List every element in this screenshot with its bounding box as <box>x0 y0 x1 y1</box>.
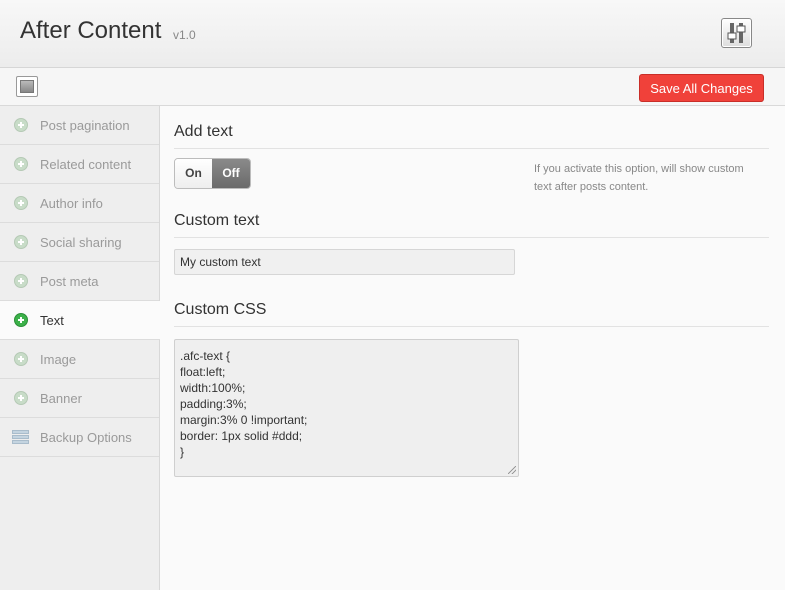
add-text-help: If you activate this option, will show c… <box>534 163 744 193</box>
sidebar-item-post-pagination[interactable]: Post pagination <box>0 106 159 145</box>
toolbar: Save All Changes <box>0 68 785 106</box>
sidebar-toggle-icon[interactable] <box>16 76 38 97</box>
plus-circle-icon <box>14 391 28 405</box>
plus-circle-icon <box>14 196 28 210</box>
add-text-title: Add text <box>174 123 233 140</box>
custom-css-title: Custom CSS <box>174 301 267 318</box>
sidebar-item-text[interactable]: Text <box>0 301 160 340</box>
sidebar-item-banner[interactable]: Banner <box>0 379 159 418</box>
switch-off-option[interactable]: Off <box>212 159 250 188</box>
sidebar: Post pagination Related content Author i… <box>0 106 160 590</box>
sidebar-item-author-info[interactable]: Author info <box>0 184 159 223</box>
divider <box>174 148 769 149</box>
plus-circle-icon <box>14 352 28 366</box>
plus-circle-icon <box>14 235 28 249</box>
sidebar-item-label: Image <box>40 352 77 367</box>
custom-css-textarea[interactable]: .afc-text { float:left; width:100%; padd… <box>174 339 519 477</box>
sidebar-item-related-content[interactable]: Related content <box>0 145 159 184</box>
plus-circle-icon <box>14 118 28 132</box>
sidebar-item-label: Banner <box>40 391 82 406</box>
plus-circle-icon <box>14 157 28 171</box>
app-version: v1.0 <box>173 28 196 42</box>
sidebar-item-post-meta[interactable]: Post meta <box>0 262 159 301</box>
sliders-icon[interactable] <box>721 18 752 48</box>
sidebar-item-label: Text <box>40 313 64 328</box>
sidebar-item-label: Backup Options <box>40 430 132 445</box>
custom-text-input[interactable] <box>174 249 515 275</box>
custom-css-code: .afc-text { float:left; width:100%; padd… <box>180 349 308 459</box>
main-content: Add text On Off If you activate this opt… <box>160 106 785 590</box>
sidebar-item-social-sharing[interactable]: Social sharing <box>0 223 159 262</box>
add-text-switch[interactable]: On Off <box>174 158 251 189</box>
app-header: After Content v1.0 <box>0 0 785 68</box>
app-title: After Content <box>20 17 162 44</box>
switch-on-option[interactable]: On <box>175 159 212 188</box>
divider <box>174 326 769 327</box>
sidebar-item-label: Author info <box>40 196 103 211</box>
sidebar-item-label: Social sharing <box>40 235 122 250</box>
save-all-changes-button[interactable]: Save All Changes <box>639 74 764 102</box>
list-icon <box>12 430 29 445</box>
sidebar-item-image[interactable]: Image <box>0 340 159 379</box>
sidebar-item-label: Post pagination <box>40 118 130 133</box>
plus-circle-icon <box>14 274 28 288</box>
resize-handle-icon[interactable] <box>508 466 516 474</box>
plus-circle-icon <box>14 313 28 327</box>
sidebar-item-label: Related content <box>40 157 132 172</box>
sidebar-item-label: Post meta <box>40 274 99 289</box>
custom-text-title: Custom text <box>174 212 260 229</box>
divider <box>174 237 769 238</box>
sidebar-item-backup-options[interactable]: Backup Options <box>0 418 159 457</box>
